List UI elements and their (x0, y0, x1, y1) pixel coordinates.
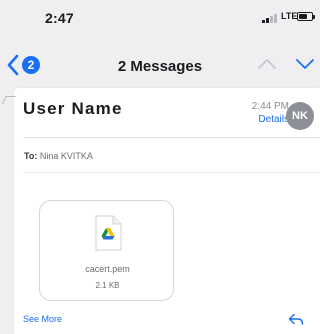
reply-icon[interactable] (288, 313, 304, 326)
chevron-up-icon[interactable] (257, 57, 277, 71)
details-link[interactable]: Details (258, 114, 289, 125)
battery-icon (297, 12, 315, 21)
network-label: LTE (281, 11, 298, 21)
status-bar: 2:47 LTE (0, 0, 320, 44)
avatar[interactable]: NK (286, 102, 314, 130)
recipient-divider (23, 172, 320, 173)
signal-icon (262, 14, 278, 23)
attachment-name: cacert.pem (85, 264, 130, 274)
card-handle (2, 96, 16, 104)
sender-name: User Name (23, 99, 123, 118)
recipient-line: To: Nina KVITKA (24, 151, 93, 161)
mail-thread-screen: 2:47 LTE 2 2 Messages User Name 2:44 PM (0, 0, 320, 334)
google-drive-file-icon (95, 215, 122, 251)
recipient-name[interactable]: Nina KVITKA (40, 151, 93, 161)
chevron-down-icon[interactable] (295, 57, 315, 71)
message-time: 2:44 PM (251, 101, 289, 112)
to-label: To: (24, 151, 38, 161)
status-time: 2:47 (45, 10, 74, 26)
attachment-tile[interactable]: cacert.pem 2.1 KB (39, 200, 174, 301)
nav-bar: 2 2 Messages (0, 48, 320, 82)
message-card: User Name 2:44 PM Details NK To: Nina KV… (2, 88, 320, 334)
attachment-size: 2.1 KB (95, 281, 120, 290)
see-more-link[interactable]: See More (23, 314, 62, 324)
header-divider (23, 137, 320, 138)
